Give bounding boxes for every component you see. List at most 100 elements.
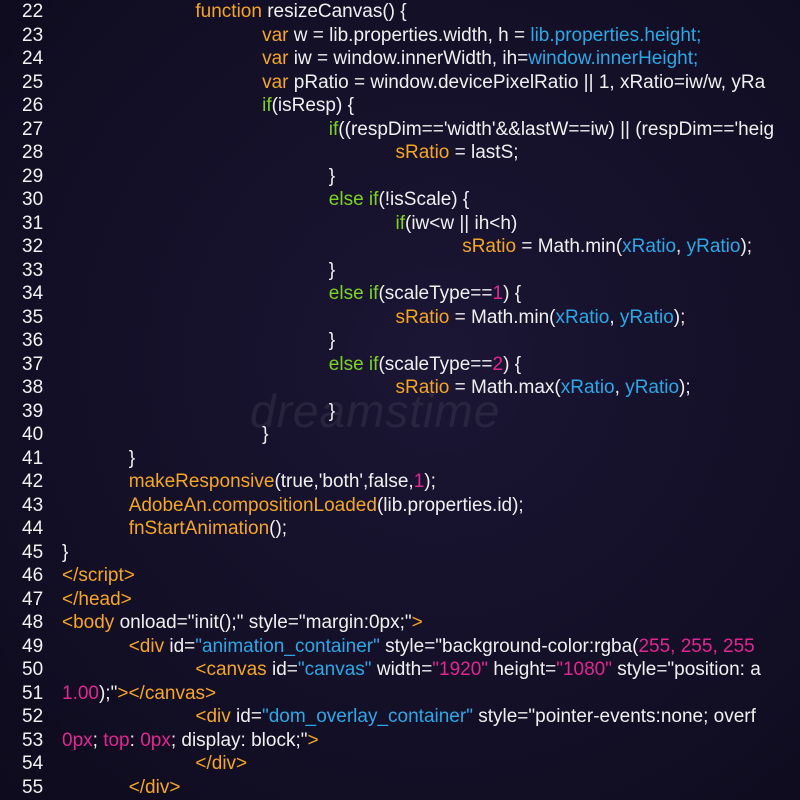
code-line[interactable]: 32sRatio = Math.min(xRatio, yRatio); <box>0 235 800 259</box>
code-token: <div <box>129 636 164 657</box>
code-line[interactable]: 42makeResponsive(true,'both',false,1); <box>0 470 800 494</box>
code-token: : <box>130 730 141 751</box>
code-line[interactable]: 43AdobeAn.compositionLoaded(lib.properti… <box>0 494 800 518</box>
code-line[interactable]: 24 var iw = window.innerWidth, ih=window.… <box>0 47 800 71</box>
code-line[interactable]: 55 </div> <box>0 776 800 800</box>
code-line[interactable]: 30else if(!isScale) { <box>0 188 800 212</box>
code-text: } <box>62 541 68 565</box>
code-line[interactable]: 29} <box>0 165 800 189</box>
line-number: 38 <box>22 376 43 400</box>
code-line[interactable]: 26if(isResp) { <box>0 94 800 118</box>
code-token: (); <box>269 518 287 539</box>
code-line[interactable]: 530px; top: 0px; display: block;"> <box>0 729 800 753</box>
code-line[interactable]: 47</head> <box>0 588 800 612</box>
code-line[interactable]: 46</script> <box>0 564 800 588</box>
line-number: 44 <box>22 517 43 541</box>
code-line[interactable]: 51 1.00);"></canvas> <box>0 682 800 706</box>
line-number: 52 <box>22 705 43 729</box>
code-token: lib.properties.height; <box>530 25 701 46</box>
code-token: "1920" <box>432 659 488 680</box>
code-token: sRatio <box>396 307 450 328</box>
code-line[interactable]: 41} <box>0 447 800 471</box>
code-text: <div id="dom_overlay_container" style="p… <box>195 705 756 729</box>
code-text: <canvas id="canvas" width="1920" height=… <box>195 658 760 682</box>
code-line[interactable]: 36} <box>0 329 800 353</box>
line-number: 35 <box>22 306 43 330</box>
line-number: 39 <box>22 400 43 424</box>
code-token: </div> <box>129 777 181 798</box>
code-line[interactable]: 50<canvas id="canvas" width="1920" heigh… <box>0 658 800 682</box>
code-token: (!isScale) { <box>378 189 469 210</box>
line-number: 45 <box>22 541 43 565</box>
code-text: if((respDim=='width'&&lastW==iw) || (res… <box>329 118 774 142</box>
code-token: ); <box>679 377 691 398</box>
code-token: <body <box>62 612 114 633</box>
code-token: } <box>329 330 335 351</box>
line-number: 28 <box>22 141 43 165</box>
code-token: ); <box>740 236 752 257</box>
watermark: dreamstime <box>250 384 500 438</box>
code-line[interactable]: 52 <div id="dom_overlay_container" style=… <box>0 705 800 729</box>
code-token: var <box>262 72 288 93</box>
code-token: ((respDim=='width'&&lastW==iw) || (respD… <box>338 119 774 140</box>
code-line[interactable]: 22function resizeCanvas() { <box>0 0 800 24</box>
line-number: 51 <box>22 682 43 706</box>
code-token: sRatio <box>396 142 450 163</box>
code-token: 0px <box>62 730 93 751</box>
code-line[interactable]: 37else if(scaleType==2) { <box>0 353 800 377</box>
code-token: );" <box>99 683 117 704</box>
code-token: if <box>396 213 406 234</box>
code-line[interactable]: 48<body onload="init();" style="margin:0… <box>0 611 800 635</box>
code-token: 2 <box>493 354 504 375</box>
line-number: 33 <box>22 259 43 283</box>
code-token: id= <box>164 636 195 657</box>
code-text: } <box>329 165 335 189</box>
code-text: </div> <box>195 752 247 776</box>
code-line[interactable]: 54 </div> <box>0 752 800 776</box>
code-token: var <box>262 25 288 46</box>
code-token: <div <box>195 706 230 727</box>
line-number: 24 <box>22 47 43 71</box>
code-token: else if <box>329 354 379 375</box>
code-token: , <box>615 377 626 398</box>
code-token: } <box>129 448 135 469</box>
code-line[interactable]: 25var pRatio = window.devicePixelRatio |… <box>0 71 800 95</box>
code-token: if <box>262 95 272 116</box>
code-text: var iw = window.innerWidth, ih=window.in… <box>262 47 698 71</box>
line-number: 23 <box>22 24 43 48</box>
code-line[interactable]: 49<div id="animation_container" style="b… <box>0 635 800 659</box>
code-line[interactable]: 28sRatio = lastS; <box>0 141 800 165</box>
code-token: ) { <box>503 354 521 375</box>
code-line[interactable]: 27 if((respDim=='width'&&lastW==iw) || (r… <box>0 118 800 142</box>
code-token: } <box>329 166 335 187</box>
code-line[interactable]: 33} <box>0 259 800 283</box>
line-number: 37 <box>22 353 43 377</box>
code-token: } <box>329 260 335 281</box>
code-line[interactable]: 31if(iw<w || ih<h) <box>0 212 800 236</box>
code-line[interactable]: 23 var w = lib.properties.width, h = lib.… <box>0 24 800 48</box>
code-line[interactable]: 35sRatio = Math.min(xRatio, yRatio); <box>0 306 800 330</box>
code-token: (lib.properties.id); <box>377 495 524 516</box>
code-token: ></canvas> <box>117 683 216 704</box>
code-line[interactable]: 44fnStartAnimation(); <box>0 517 800 541</box>
line-number: 55 <box>22 776 43 800</box>
code-line[interactable]: 45} <box>0 541 800 565</box>
code-line[interactable]: 34else if(scaleType==1) { <box>0 282 800 306</box>
code-token: xRatio <box>561 377 615 398</box>
code-token: AdobeAn.compositionLoaded <box>129 495 377 516</box>
line-number: 54 <box>22 752 43 776</box>
code-text: if(iw<w || ih<h) <box>396 212 518 236</box>
code-token: ; display: block;" <box>171 730 308 751</box>
code-text: AdobeAn.compositionLoaded(lib.properties… <box>129 494 524 518</box>
code-text: } <box>329 329 335 353</box>
code-token: ); <box>424 471 436 492</box>
code-token: 1.00 <box>62 683 99 704</box>
code-token: else if <box>329 189 379 210</box>
code-token: </script> <box>62 565 135 586</box>
code-token: top <box>103 730 129 751</box>
code-text: var w = lib.properties.width, h = lib.pr… <box>262 24 701 48</box>
code-token: var <box>262 48 288 69</box>
line-number: 26 <box>22 94 43 118</box>
code-token: yRatio <box>625 377 679 398</box>
line-number: 27 <box>22 118 43 142</box>
